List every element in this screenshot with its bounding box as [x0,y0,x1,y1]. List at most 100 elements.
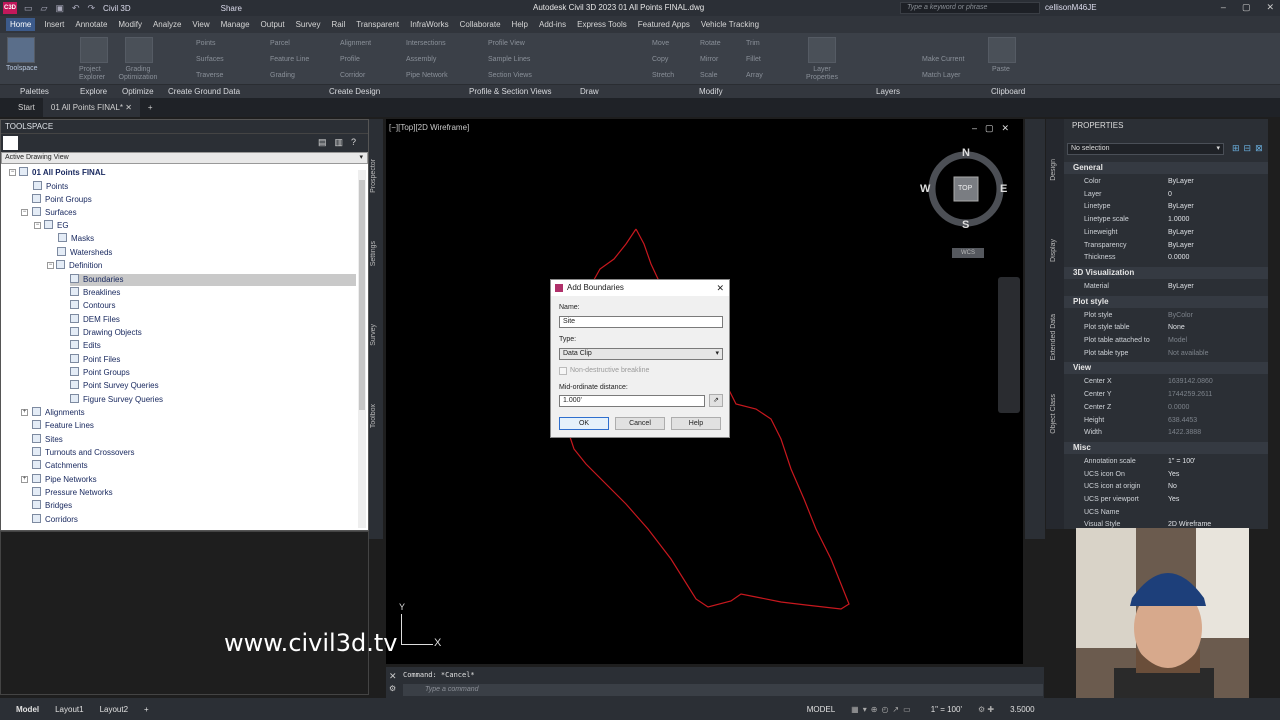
move-button[interactable]: Move [652,40,669,47]
property-row[interactable]: Center X 1639142.0860 [1064,376,1268,389]
nondestructive-checkbox[interactable] [559,367,567,375]
panel-draw[interactable]: Draw [580,87,599,96]
paste-button[interactable]: Paste [992,66,1010,73]
property-value[interactable]: 0.0000 [1168,402,1189,414]
property-row[interactable]: Color ByLayer [1064,176,1268,189]
property-row[interactable]: Transparency ByLayer [1064,240,1268,253]
save-icon[interactable]: ▣ [55,3,64,14]
tree-node[interactable]: DEM Files [70,314,120,326]
annotation-scale[interactable]: 1" = 100' [931,705,962,714]
property-row[interactable]: UCS icon On Yes [1064,469,1268,482]
tree-node[interactable]: Turnouts and Crossovers [32,447,135,459]
close-tab-icon[interactable]: ✕ [125,103,132,112]
properties-tab-0[interactable]: Design [1050,159,1057,181]
property-row[interactable]: Height 638.4453 [1064,415,1268,428]
tree-expander[interactable]: + [21,476,28,483]
property-value[interactable]: 638.4453 [1168,415,1197,427]
property-value[interactable]: Yes [1168,469,1179,481]
property-row[interactable]: Annotation scale 1" = 100' [1064,456,1268,469]
mirror-button[interactable]: Mirror [700,56,718,63]
tree-node[interactable]: Drawing Objects [70,327,142,339]
workspace-selector[interactable]: Civil 3D [103,4,131,13]
property-row[interactable]: UCS per viewport Yes [1064,494,1268,507]
tree-node[interactable]: Boundaries [70,274,356,286]
property-value[interactable]: Model [1168,335,1187,347]
tree-node[interactable]: Contours [70,300,115,312]
tree-node[interactable]: Corridors [32,514,78,524]
property-value[interactable]: 1.0000 [1168,214,1189,226]
type-select[interactable]: Data Clip ▾ [559,348,723,360]
alignment-button[interactable]: Alignment [340,40,371,47]
tree-expander[interactable]: − [47,262,54,269]
property-row[interactable]: Plot table attached to Model [1064,335,1268,348]
menu-view[interactable]: View [192,20,209,29]
panel-explore[interactable]: Explore [80,87,107,96]
tree-node[interactable]: Figure Survey Queries [70,394,163,406]
panel-profile-section[interactable]: Profile & Section Views [469,87,552,96]
mid-ordinate-field[interactable]: 1.000' [559,395,705,407]
toolspace-tab-2[interactable]: Survey [370,324,377,346]
property-value[interactable]: ByColor [1168,310,1193,322]
tree-scrollbar[interactable] [358,170,366,528]
property-value[interactable]: ByLayer [1168,281,1194,293]
tree-expander[interactable]: − [21,209,28,216]
panel-modify[interactable]: Modify [699,87,723,96]
menu-annotate[interactable]: Annotate [75,20,107,29]
property-value[interactable]: 1744259.2611 [1168,389,1212,401]
property-value[interactable]: ByLayer [1168,227,1194,239]
panel-create-ground[interactable]: Create Ground Data [168,87,240,96]
new-icon[interactable]: ▭ [24,3,33,14]
tree-node[interactable]: Definition [56,260,102,272]
project-explorer-button[interactable]: Project Explorer [79,66,109,82]
close-icon[interactable]: ✕ [716,280,724,296]
tree-node[interactable]: Sites [32,434,63,446]
profile-view-button[interactable]: Profile View [488,40,525,47]
menu-express-tools[interactable]: Express Tools [577,20,627,29]
properties-tab-3[interactable]: Object Class [1050,394,1057,434]
toolspace-icon[interactable] [7,37,35,63]
pipe-network-button[interactable]: Pipe Network [406,72,448,79]
tree-node[interactable]: EG [44,220,69,232]
toolspace-button[interactable]: Toolspace [6,65,38,72]
menu-manage[interactable]: Manage [221,20,250,29]
property-value[interactable]: None [1168,322,1185,334]
parcel-button[interactable]: Parcel [270,40,290,47]
minimize-icon[interactable]: – [1221,2,1226,13]
tree-expander[interactable]: − [9,169,16,176]
tree-node[interactable]: Edits [70,340,101,352]
property-section[interactable]: 3D Visualization [1064,266,1268,279]
menu-analyze[interactable]: Analyze [153,20,181,29]
property-row[interactable]: UCS icon at origin No [1064,481,1268,494]
property-value[interactable]: ByLayer [1168,201,1194,213]
sample-lines-button[interactable]: Sample Lines [488,56,530,63]
new-tab-icon[interactable]: + [140,98,161,117]
grading-optimization-button[interactable]: Grading Optimization [113,66,163,82]
profile-button[interactable]: Profile [340,56,360,63]
scrollbar-thumb[interactable] [359,180,365,410]
properties-tab-2[interactable]: Extended Data [1050,314,1057,360]
property-row[interactable]: Width 1422.3888 [1064,427,1268,440]
menu-home[interactable]: Home [6,18,36,31]
make-current-button[interactable]: Make Current [922,56,964,63]
command-input[interactable]: Type a command [403,684,1043,696]
property-row[interactable]: Linetype scale 1.0000 [1064,214,1268,227]
property-value[interactable]: ByLayer [1168,240,1194,252]
layer-properties-button[interactable]: Layer Properties [804,66,840,82]
search-input[interactable]: Type a keyword or phrase [900,2,1040,14]
add-layout-icon[interactable]: + [144,705,149,714]
feature-line-button[interactable]: Feature Line [270,56,309,63]
property-value[interactable]: Not available [1168,348,1208,360]
tree-node[interactable]: Surfaces [32,207,77,219]
property-row[interactable]: Plot table type Not available [1064,348,1268,361]
tree-node[interactable]: Point Files [70,354,120,366]
grading-optimization-icon[interactable] [125,37,153,63]
property-value[interactable]: 1639142.0860 [1168,376,1213,388]
property-row[interactable]: Thickness 0.0000 [1064,252,1268,265]
tree-expander[interactable]: + [21,409,28,416]
property-row[interactable]: Material ByLayer [1064,281,1268,294]
menu-add-ins[interactable]: Add-ins [539,20,566,29]
panel-optimize[interactable]: Optimize [122,87,154,96]
toolspace-icon-box[interactable] [3,136,18,150]
pick-distance-icon[interactable]: ⇗ [709,394,723,407]
share-button[interactable]: Share [221,4,242,13]
